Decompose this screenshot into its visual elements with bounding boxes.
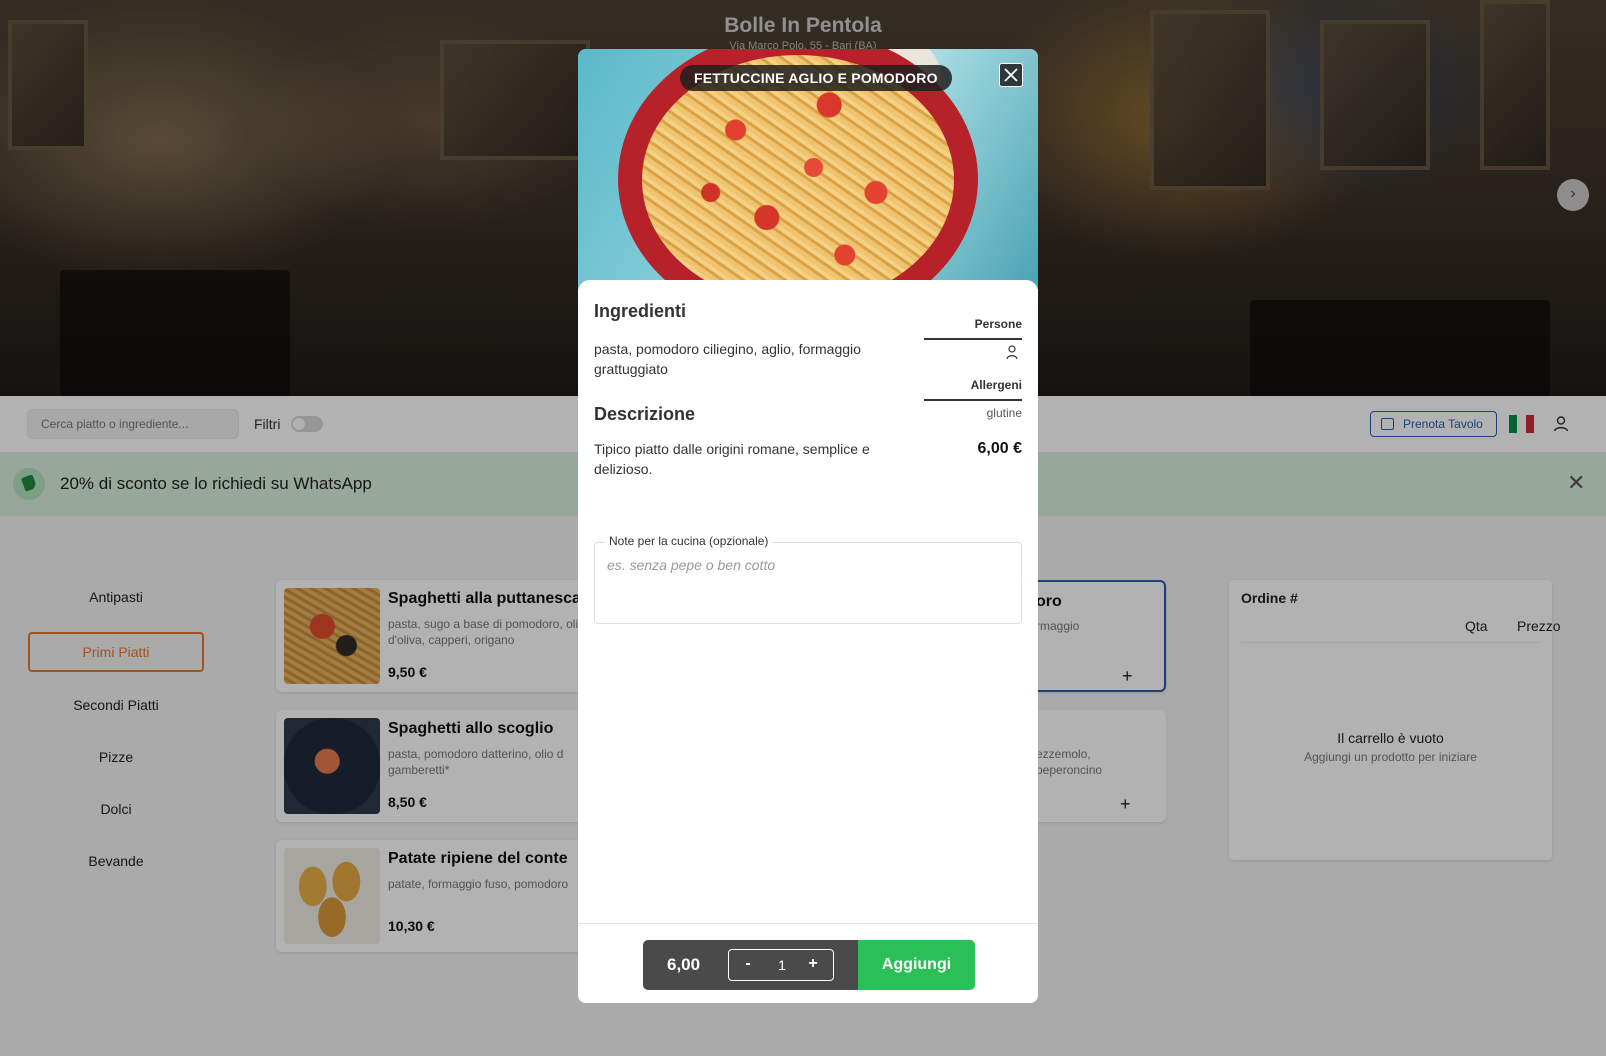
close-icon[interactable] (999, 63, 1023, 87)
quantity-stepper: - 1 + (728, 949, 834, 981)
decrement-button[interactable]: - (738, 955, 758, 973)
quantity-value: 1 (778, 957, 786, 973)
increment-button[interactable]: + (803, 955, 823, 973)
product-modal: FETTUCCINE AGLIO E POMODORO Ingredienti … (578, 49, 1038, 1003)
persons-label: Persone (974, 317, 1022, 331)
product-details: Ingredienti pasta, pomodoro ciliegino, a… (578, 280, 1038, 1003)
allergens-value: glutine (986, 406, 1022, 420)
person-icon (1006, 345, 1018, 360)
kitchen-notes-field[interactable]: Note per la cucina (opzionale) (594, 534, 1022, 624)
product-price: 6,00 € (977, 440, 1022, 457)
quantity-panel: 6,00 - 1 + (643, 940, 858, 990)
add-to-cart-bar: 6,00 - 1 + Aggiungi (643, 940, 975, 990)
total-price: 6,00 (667, 955, 701, 974)
allergens-label: Allergeni (970, 378, 1022, 392)
description-text: Tipico piatto dalle origini romane, semp… (594, 441, 870, 477)
kitchen-notes-label: Note per la cucina (opzionale) (605, 534, 773, 548)
ingredients-heading: Ingredienti (594, 301, 687, 321)
divider (578, 923, 1038, 924)
divider (924, 399, 1022, 401)
product-title: FETTUCCINE AGLIO E POMODORO (680, 65, 952, 91)
divider (924, 338, 1022, 340)
pasta-illustration (642, 55, 954, 305)
ingredients-text: pasta, pomodoro ciliegino, aglio, formag… (594, 341, 861, 377)
kitchen-notes-input[interactable] (607, 557, 1007, 573)
description-heading: Descrizione (594, 404, 696, 424)
add-button[interactable]: Aggiungi (858, 940, 975, 990)
